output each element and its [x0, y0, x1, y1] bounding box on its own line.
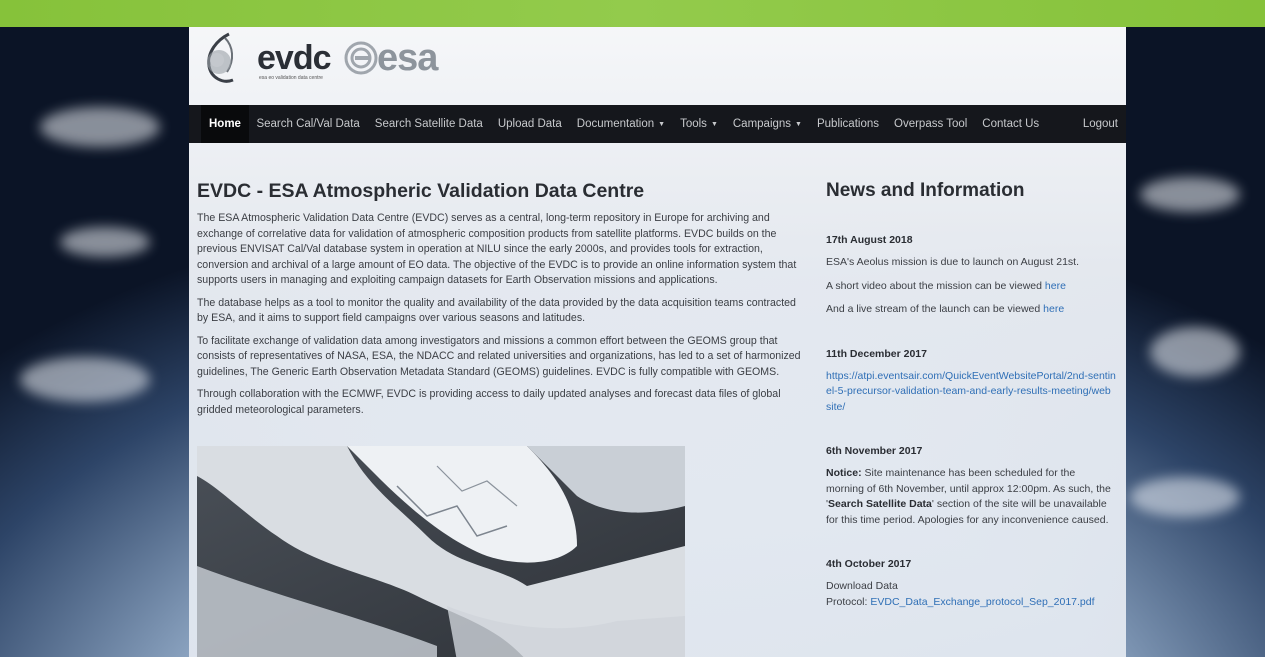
satellite-image	[197, 446, 685, 657]
nav-home-label: Home	[209, 118, 241, 130]
news-date: 11th December 2017	[826, 347, 927, 360]
ecmwf-paragraph: Through collaboration with the ECMWF, EV…	[197, 388, 781, 416]
nav-label: Upload Data	[497, 118, 562, 130]
news-text: And a live stream of the launch can be v…	[826, 302, 1116, 318]
news-date: 6th November 2017	[826, 445, 923, 457]
caret-down-icon: ▼	[795, 120, 802, 128]
video-here-link[interactable]: here	[1045, 280, 1066, 292]
notice-bold: Search Satellite Data	[828, 498, 932, 510]
geoms-paragraph: To facilitate exchange of validation dat…	[197, 334, 801, 378]
evdc-logo-tagline: esa eo validation data centre	[259, 75, 323, 81]
news-item-s5p-meeting: 11th December 2017 https://atpi.eventsai…	[826, 348, 1116, 416]
intro-paragraph: The ESA Atmospheric Validation Data Cent…	[197, 212, 797, 286]
caret-down-icon: ▼	[710, 120, 718, 128]
news-text-span: And a live stream of the launch can be v…	[826, 303, 1044, 315]
logout-link[interactable]: Logout	[1083, 105, 1118, 143]
nav-label: Campaigns	[732, 118, 792, 130]
nav-search-satellite-data[interactable]: Search Satellite Data	[367, 105, 490, 143]
protocol-label: Protocol:	[826, 595, 871, 608]
caret-down-icon: ▼	[658, 120, 666, 128]
nav-label: Contact Us	[982, 118, 1040, 130]
esa-mark-icon	[344, 41, 378, 75]
meeting-website-link[interactable]: https://atpi.eventsair.com/QuickEventWeb…	[826, 369, 1116, 416]
download-data-text: Download Data	[826, 580, 898, 592]
news-text: A short video about the mission can be v…	[826, 279, 1116, 295]
nav-home[interactable]: Home	[201, 105, 249, 143]
news-date: 4th October 2017	[826, 558, 912, 570]
page-title: EVDC - ESA Atmospheric Validation Data C…	[197, 180, 645, 202]
protocol-line: Protocol: EVDC_Data_Exchange_protocol_Se…	[826, 595, 1116, 611]
nav-label: Search Satellite Data	[374, 118, 483, 130]
nav-upload-data[interactable]: Upload Data	[490, 105, 569, 143]
news-item-maintenance: 6th November 2017 Notice: Site maintenan…	[826, 445, 1116, 528]
esa-logo-text[interactable]: esa	[377, 37, 438, 80]
main-content: EVDC - ESA Atmospheric Validation Data C…	[197, 180, 802, 425]
main-navbar: Home Search Cal/Val Data Search Satellit…	[189, 105, 1126, 143]
evdc-logo-text[interactable]: evdc	[257, 39, 331, 78]
page-container: evdc esa eo validation data centre esa H…	[189, 27, 1126, 657]
news-date: 17th August 2018	[826, 234, 913, 246]
protocol-pdf-link[interactable]: EVDC_Data_Exchange_protocol_Sep_2017.pdf	[870, 596, 1094, 608]
evdc-swirl-logo-icon[interactable]	[199, 30, 247, 88]
nav-documentation-dropdown[interactable]: Documentation ▼	[569, 105, 672, 143]
nav-label: Publications	[816, 118, 879, 130]
news-item-protocol: 4th October 2017 Download Data Protocol:…	[826, 558, 1116, 610]
maintenance-notice: Notice: Site maintenance has been schedu…	[826, 466, 1116, 528]
notice-label: Notice:	[826, 467, 862, 479]
news-text: ESA's Aeolus mission is due to launch on…	[826, 256, 1079, 268]
nav-tools-dropdown[interactable]: Tools ▼	[673, 105, 726, 143]
news-sidebar: News and Information 17th August 2018 ES…	[826, 180, 1116, 640]
nav-label: Search Cal/Val Data	[256, 118, 360, 130]
nav-label: Documentation	[576, 118, 655, 130]
database-paragraph: The database helps as a tool to monitor …	[197, 296, 796, 325]
nav-contact-us[interactable]: Contact Us	[975, 105, 1047, 143]
news-text-span: A short video about the mission can be v…	[826, 279, 1045, 292]
nav-overpass-tool[interactable]: Overpass Tool	[887, 105, 975, 143]
site-header: evdc esa eo validation data centre esa H…	[189, 27, 1126, 143]
nav-label: Overpass Tool	[894, 118, 968, 130]
nav-label: Tools	[680, 118, 707, 130]
livestream-here-link[interactable]: here	[1043, 303, 1064, 315]
nav-campaigns-dropdown[interactable]: Campaigns ▼	[725, 105, 809, 143]
news-title: News and Information	[826, 180, 1025, 201]
top-strip	[0, 0, 1265, 27]
nav-search-calval-data[interactable]: Search Cal/Val Data	[249, 105, 367, 143]
nav-publications[interactable]: Publications	[809, 105, 886, 143]
news-item-aeolus: 17th August 2018 ESA's Aeolus mission is…	[826, 234, 1116, 318]
